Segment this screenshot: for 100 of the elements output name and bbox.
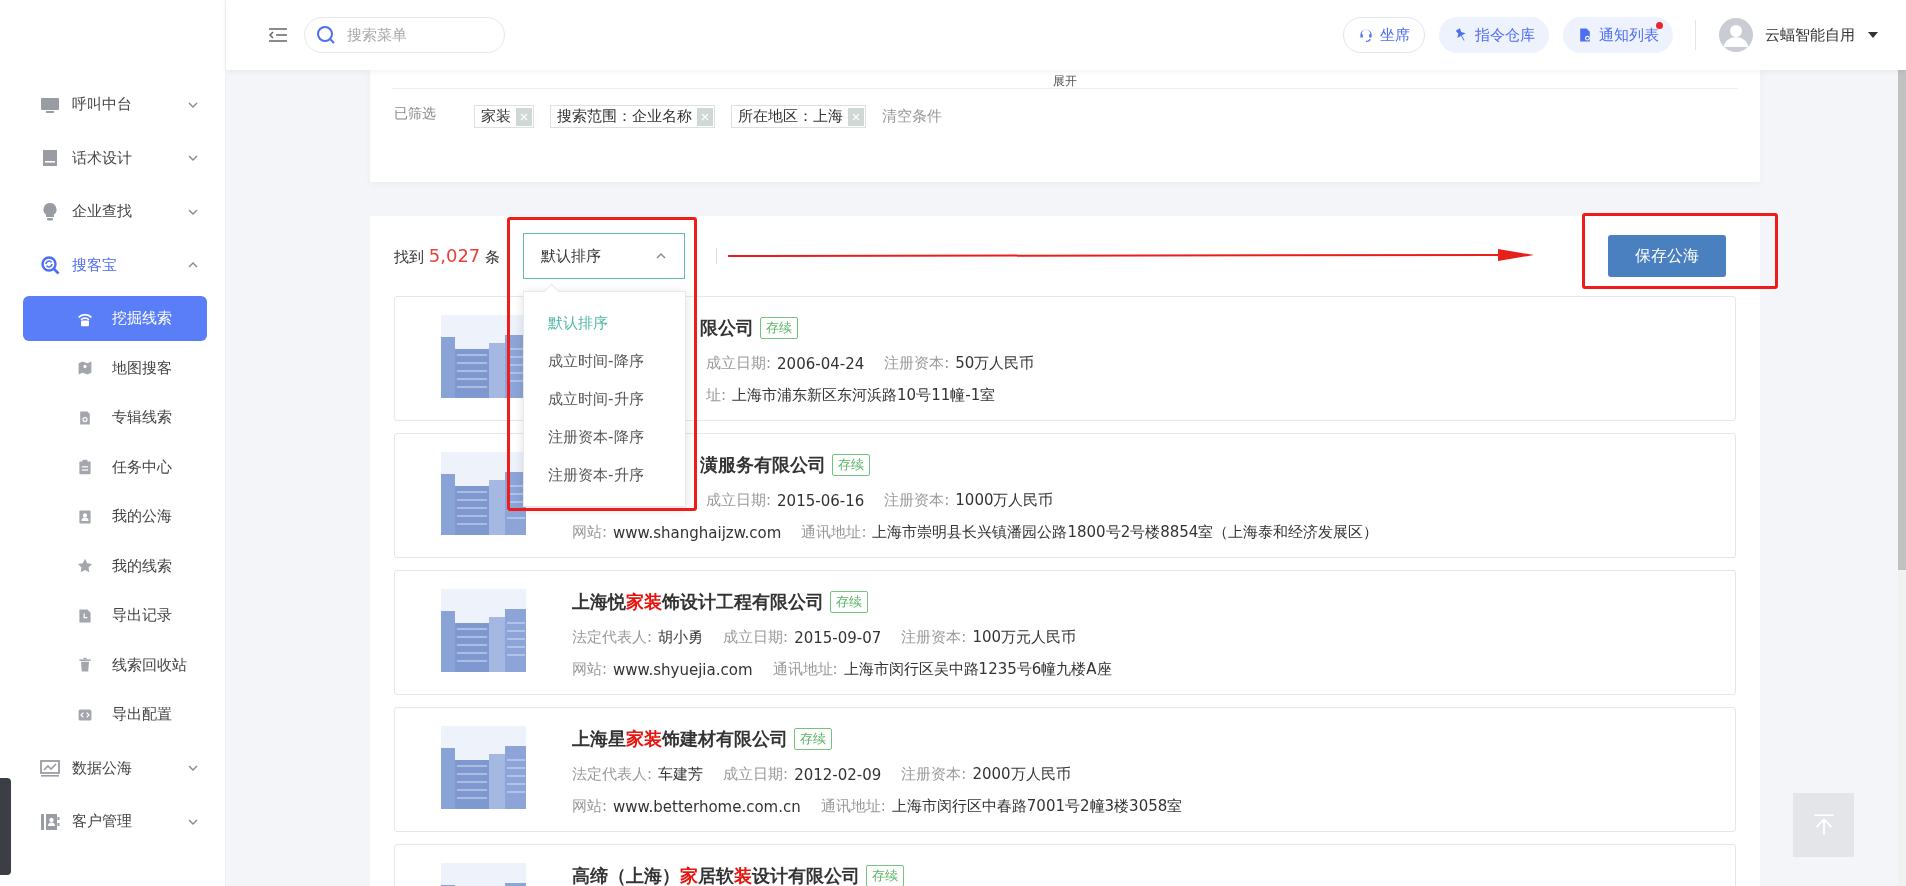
status-tag: 存续 xyxy=(866,865,904,886)
company-name[interactable]: 限公司 xyxy=(700,316,754,340)
company-name[interactable]: 潢服务有限公司 xyxy=(700,453,826,477)
sidebar-subitem[interactable]: 导出配置 xyxy=(23,692,207,737)
contact-card-icon xyxy=(77,508,93,525)
clipboard-icon xyxy=(77,459,93,475)
sidebar-item[interactable]: 数据公海 xyxy=(14,741,225,795)
field-label: 通讯地址: xyxy=(772,660,838,679)
field-value: www.shanghaijzw.com xyxy=(613,523,782,542)
sidebar-subitem[interactable]: 我的线索 xyxy=(23,543,207,589)
field-label: 址: xyxy=(706,386,727,405)
scrollbar-thumb[interactable] xyxy=(1898,70,1906,570)
status-tag: 存续 xyxy=(832,454,870,476)
sidebar-item[interactable]: 呼叫中台 xyxy=(14,78,225,132)
expand-link[interactable]: 展开 xyxy=(1053,74,1077,88)
lightbulb-icon xyxy=(40,201,60,222)
field-value: 2015-09-07 xyxy=(794,628,882,647)
field-value: 上海市闵行区中春路7001号2幢3楼3058室 xyxy=(891,797,1183,816)
sidebar-subitem[interactable]: 任务中心 xyxy=(23,444,207,490)
field-value: www.shyuejia.com xyxy=(613,660,753,679)
field-value: 车建芳 xyxy=(658,765,704,784)
sidebar-item[interactable]: 搜客宝 xyxy=(14,238,225,292)
field-value: 上海市崇明县长兴镇潘园公路1800号2号楼8854室（上海泰和经济发展区） xyxy=(872,523,1379,542)
header-button[interactable]: 坐席 xyxy=(1343,17,1425,53)
document-clock-icon xyxy=(77,607,93,624)
book-icon xyxy=(40,148,60,169)
field-label: 成立日期: xyxy=(706,354,772,373)
field-label: 法定代表人: xyxy=(572,765,653,784)
result-count: 找到 5,027 条 xyxy=(394,245,501,267)
close-icon xyxy=(852,112,860,121)
status-tag: 存续 xyxy=(794,728,832,750)
field-label: 注册资本: xyxy=(884,491,950,510)
sort-option[interactable]: 成立时间-降序 xyxy=(524,342,686,380)
field-label: 网站: xyxy=(572,797,608,816)
document-icon xyxy=(1577,27,1593,43)
filter-tag-text: 家装 xyxy=(481,107,511,126)
back-to-top-button[interactable] xyxy=(1793,793,1854,857)
field-label: 网站: xyxy=(572,660,608,679)
field-value: 50万人民币 xyxy=(955,354,1035,373)
sidebar-subitem[interactable]: 专辑线索 xyxy=(23,395,207,440)
field-value: www.betterhome.com.cn xyxy=(613,797,801,816)
star-icon xyxy=(77,558,93,574)
search-icon xyxy=(316,25,336,45)
sidebar-item[interactable]: 客户管理 xyxy=(14,795,225,849)
search-icon xyxy=(40,255,60,276)
sidebar-subitem[interactable]: 挖掘线索 xyxy=(23,296,207,341)
field-label: 注册资本: xyxy=(884,354,950,373)
sidebar-subitem[interactable]: 地图搜客 xyxy=(23,345,207,391)
contacts-icon xyxy=(40,811,60,832)
field-value: 2000万人民币 xyxy=(972,765,1071,784)
sidebar-subitem[interactable]: 线索回收站 xyxy=(23,642,207,688)
company-card[interactable]: 上海悦家装饰设计工程有限公司 存续 法定代表人: 胡小勇 成立日期: 2015-09-07 注册资本: 100万元人民币 网站: www.shyuejia.com 通讯地址: 上海市闵行区吴中路1235号6幢九楼A座 xyxy=(394,570,1736,695)
field-value: 上海市闵行区吴中路1235号6幢九楼A座 xyxy=(843,660,1112,679)
headset-icon xyxy=(1358,27,1374,43)
map-icon xyxy=(77,360,93,376)
field-value: 2012-02-09 xyxy=(794,765,882,784)
trash-icon xyxy=(77,657,93,673)
field-value: 2015-06-16 xyxy=(777,491,865,510)
close-icon xyxy=(701,112,709,121)
level-meter-widget[interactable] xyxy=(0,778,11,875)
caret-icon xyxy=(1868,32,1878,38)
field-label: 通讯地址: xyxy=(820,797,886,816)
chart-icon xyxy=(40,758,60,779)
company-name[interactable]: 高缔（上海）家居软装设计有限公司 xyxy=(572,864,860,886)
document-search-icon xyxy=(77,409,93,426)
filter-tag-text: 所在地区：上海 xyxy=(738,107,843,126)
save-button[interactable]: 保存公海 xyxy=(1608,235,1726,277)
remove-tag-button[interactable] xyxy=(516,107,532,126)
user-name[interactable]: 云蝠智能自用 xyxy=(1765,25,1855,45)
sidebar-subitem[interactable]: 导出记录 xyxy=(23,593,207,638)
header-button[interactable]: 通知列表 xyxy=(1563,17,1673,53)
field-label: 成立日期: xyxy=(723,765,789,784)
remove-tag-button[interactable] xyxy=(848,107,864,126)
header-button[interactable]: 指令仓库 xyxy=(1439,17,1549,53)
sidebar-item[interactable]: 企业查找 xyxy=(14,185,225,239)
close-icon xyxy=(520,112,528,121)
sort-dropdown[interactable]: 默认排序 xyxy=(523,233,686,279)
company-name[interactable]: 上海星家装饰建材有限公司 xyxy=(572,727,788,751)
field-label: 通讯地址: xyxy=(801,523,867,542)
field-label: 注册资本: xyxy=(901,765,967,784)
sort-option[interactable]: 注册资本-升序 xyxy=(524,456,686,494)
filter-tag-text: 搜索范围：企业名称 xyxy=(557,107,692,126)
field-value: 100万元人民币 xyxy=(972,628,1076,647)
field-label: 成立日期: xyxy=(723,628,789,647)
field-value: 2006-04-24 xyxy=(777,354,865,373)
company-name[interactable]: 上海悦家装饰设计工程有限公司 xyxy=(572,590,824,614)
field-value: 上海市浦东新区东河浜路10号11幢-1室 xyxy=(732,386,996,405)
field-label: 法定代表人: xyxy=(572,628,653,647)
sidebar-subitem[interactable]: 我的公海 xyxy=(23,494,207,539)
company-card[interactable]: 高缔（上海）家居软装设计有限公司 存续 xyxy=(394,844,1736,886)
remove-tag-button[interactable] xyxy=(697,107,713,126)
search-field[interactable]: 搜索菜单 xyxy=(304,17,505,53)
field-label: 成立日期: xyxy=(706,491,772,510)
company-card[interactable]: 上海星家装饰建材有限公司 存续 法定代表人: 车建芳 成立日期: 2012-02-09 注册资本: 2000万人民币 网站: www.betterhome.com.cn 通讯地址: 上海市闵行区中春路7001号2幢3楼3058室 xyxy=(394,707,1736,832)
avatar-icon xyxy=(1718,17,1754,53)
sidebar-item[interactable]: 话术设计 xyxy=(14,131,225,185)
field-label: 网站: xyxy=(572,523,608,542)
field-label: 注册资本: xyxy=(901,628,967,647)
sort-option[interactable]: 成立时间-升序 xyxy=(524,380,686,418)
field-value: 胡小勇 xyxy=(658,628,704,647)
